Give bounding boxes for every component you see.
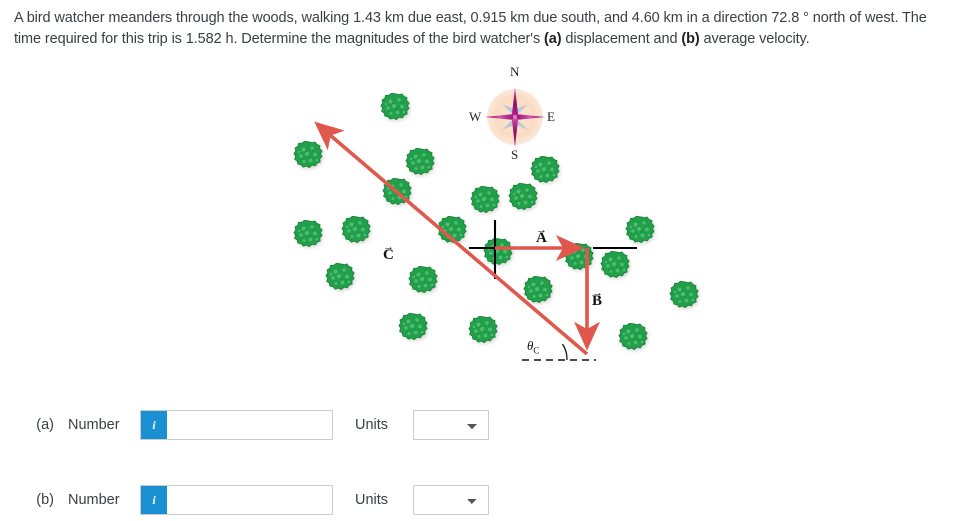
number-label-b: Number: [68, 492, 120, 508]
tree-icon: [380, 93, 410, 121]
tree-icon: [508, 183, 538, 211]
compass-rose-icon: [485, 87, 545, 147]
tree-icon: [293, 141, 323, 169]
vector-label-A: → A: [536, 224, 547, 247]
answer-letter-a: (a): [36, 417, 54, 433]
tree-icon: [530, 156, 560, 184]
compass-label-east: E: [547, 109, 555, 124]
vector-arrow-overbar-c: →: [383, 241, 394, 253]
compass-label-west: W: [469, 109, 482, 124]
units-label-b: Units: [355, 492, 389, 508]
angle-label-theta-c: θC: [527, 338, 539, 356]
tree-icon: [405, 148, 435, 176]
answer-letter-b: (b): [36, 492, 54, 508]
units-label-a: Units: [355, 417, 389, 433]
vector-diagram-figure: N S E W → A → B → C θC: [255, 64, 705, 388]
info-icon-a[interactable]: i: [141, 411, 167, 439]
compass-label-north: N: [510, 64, 520, 79]
number-input-group-b: i: [140, 485, 333, 515]
info-icon-b[interactable]: i: [141, 486, 167, 514]
answer-number-input-a[interactable]: [167, 411, 332, 439]
tree-icon: [483, 238, 513, 266]
vector-label-C: → C: [383, 241, 394, 264]
tree-icon: [470, 186, 500, 214]
tree-icon: [468, 316, 498, 344]
tree-icon: [341, 216, 371, 244]
problem-text: displacement and: [561, 31, 682, 47]
units-select-a[interactable]: kmmkm/hm/s: [413, 410, 489, 440]
vector-arrow-overbar-a: →: [536, 224, 547, 236]
theta-subscript: C: [533, 345, 540, 356]
tree-icon: [293, 220, 323, 248]
answer-row-a: (a) Number i Units kmmkm/hm/s: [0, 408, 955, 442]
compass-label-south: S: [511, 147, 519, 162]
tree-icon: [325, 263, 355, 291]
tree-icon: [618, 323, 648, 351]
problem-emphasis: (b): [681, 31, 700, 47]
units-select-b[interactable]: kmmkm/hm/s: [413, 485, 489, 515]
answer-number-input-b[interactable]: [167, 486, 332, 514]
number-label-a: Number: [68, 417, 120, 433]
number-input-group-a: i: [140, 410, 333, 440]
problem-emphasis: (a): [544, 31, 562, 47]
tree-icon: [625, 216, 655, 244]
tree-icon: [398, 313, 428, 341]
tree-icon: [523, 276, 553, 304]
vector-label-B: → B: [592, 287, 603, 310]
problem-text: average velocity.: [699, 31, 810, 47]
vector-arrow-overbar-b: →: [592, 287, 603, 299]
answer-row-b: (b) Number i Units kmmkm/hm/s: [0, 483, 955, 517]
tree-icon: [408, 266, 438, 294]
tree-icon: [600, 251, 630, 279]
problem-statement: A bird watcher meanders through the wood…: [14, 8, 944, 50]
tree-icon: [669, 281, 699, 309]
